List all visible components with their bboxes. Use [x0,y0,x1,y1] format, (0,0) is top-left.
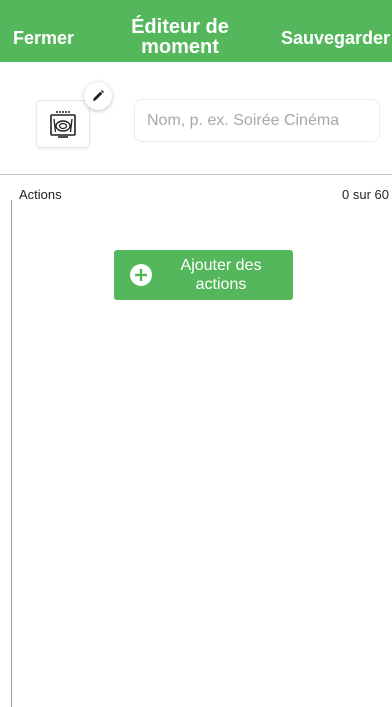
plus-circle-icon [130,264,152,286]
edit-icon-button[interactable] [84,82,112,110]
left-divider [11,200,12,707]
add-actions-button[interactable]: Ajouter des actions [114,250,293,300]
add-actions-label: Ajouter des actions [180,257,262,293]
pencil-icon [93,90,104,101]
app-header: Fermer Éditeur de moment Sauvegarder [0,0,392,62]
moment-name-input[interactable] [134,99,380,142]
actions-section-label: Actions [19,187,62,202]
page-title: Éditeur de moment [131,16,229,58]
close-button[interactable]: Fermer [13,28,74,49]
save-button[interactable]: Sauvegarder [281,28,390,49]
moment-editor-screen: Fermer Éditeur de moment Sauvegarder Nom… [0,0,392,707]
moment-icon-picker[interactable] [36,100,90,148]
actions-count: 0 sur 60 [342,187,389,202]
tv-dinner-icon [50,111,76,138]
